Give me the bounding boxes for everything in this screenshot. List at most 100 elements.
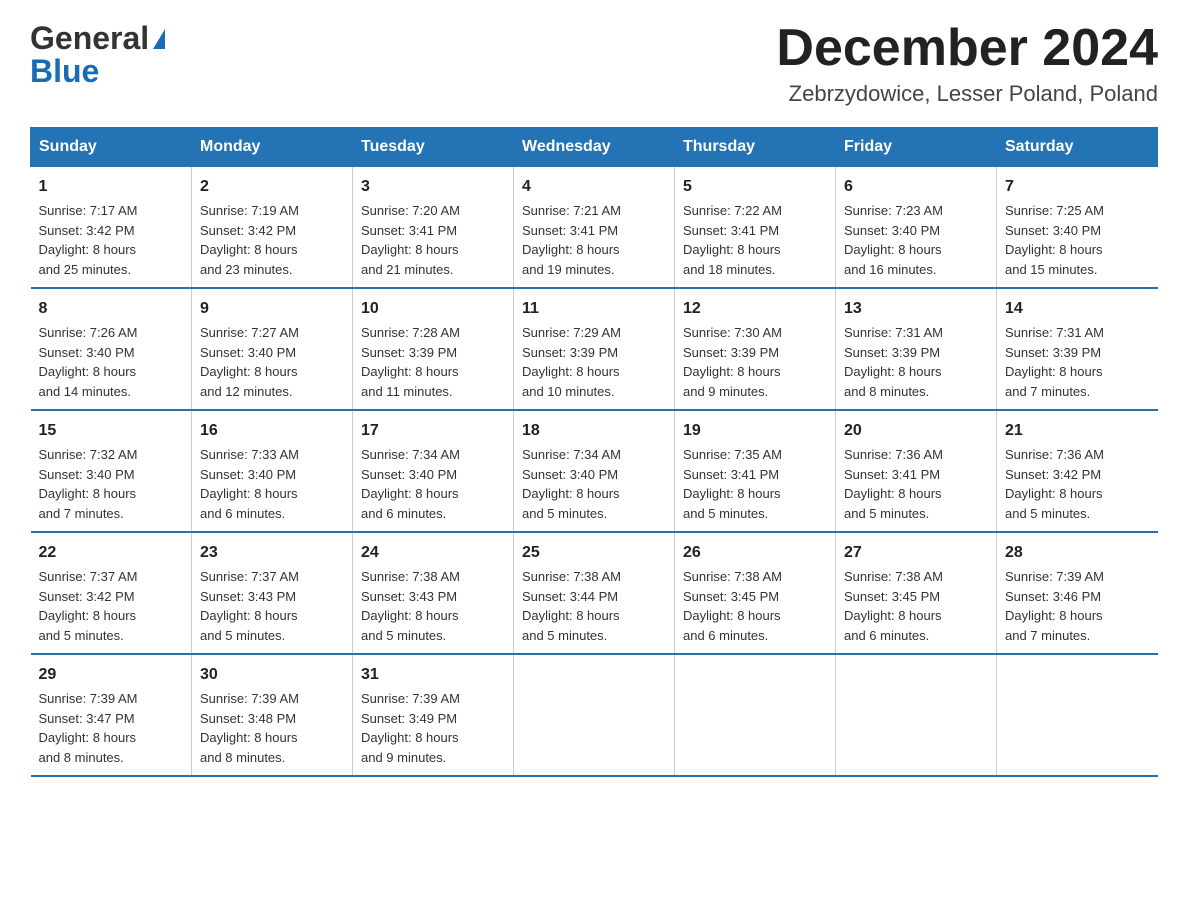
day-info: Sunrise: 7:39 AM Sunset: 3:49 PM Dayligh…: [361, 689, 505, 767]
weekday-header-sunday: Sunday: [31, 128, 192, 167]
day-number: 24: [361, 541, 505, 565]
title-area: December 2024 Zebrzydowice, Lesser Polan…: [776, 20, 1158, 107]
location-title: Zebrzydowice, Lesser Poland, Poland: [776, 81, 1158, 107]
day-number: 22: [39, 541, 184, 565]
day-info: Sunrise: 7:38 AM Sunset: 3:45 PM Dayligh…: [683, 567, 827, 645]
calendar-week-row: 22Sunrise: 7:37 AM Sunset: 3:42 PM Dayli…: [31, 532, 1158, 654]
day-number: 30: [200, 663, 344, 687]
calendar-week-row: 15Sunrise: 7:32 AM Sunset: 3:40 PM Dayli…: [31, 410, 1158, 532]
day-info: Sunrise: 7:25 AM Sunset: 3:40 PM Dayligh…: [1005, 201, 1150, 279]
day-info: Sunrise: 7:37 AM Sunset: 3:43 PM Dayligh…: [200, 567, 344, 645]
weekday-header-monday: Monday: [192, 128, 353, 167]
day-info: Sunrise: 7:31 AM Sunset: 3:39 PM Dayligh…: [844, 323, 988, 401]
day-number: 15: [39, 419, 184, 443]
calendar-cell: 17Sunrise: 7:34 AM Sunset: 3:40 PM Dayli…: [353, 410, 514, 532]
calendar-cell: 13Sunrise: 7:31 AM Sunset: 3:39 PM Dayli…: [836, 288, 997, 410]
day-number: 7: [1005, 175, 1150, 199]
day-number: 10: [361, 297, 505, 321]
day-number: 21: [1005, 419, 1150, 443]
day-info: Sunrise: 7:37 AM Sunset: 3:42 PM Dayligh…: [39, 567, 184, 645]
calendar-cell: 7Sunrise: 7:25 AM Sunset: 3:40 PM Daylig…: [997, 167, 1158, 289]
day-info: Sunrise: 7:17 AM Sunset: 3:42 PM Dayligh…: [39, 201, 184, 279]
day-info: Sunrise: 7:34 AM Sunset: 3:40 PM Dayligh…: [361, 445, 505, 523]
calendar-cell: 3Sunrise: 7:20 AM Sunset: 3:41 PM Daylig…: [353, 167, 514, 289]
day-number: 14: [1005, 297, 1150, 321]
calendar-cell: 1Sunrise: 7:17 AM Sunset: 3:42 PM Daylig…: [31, 167, 192, 289]
calendar-cell: 16Sunrise: 7:33 AM Sunset: 3:40 PM Dayli…: [192, 410, 353, 532]
day-number: 4: [522, 175, 666, 199]
day-info: Sunrise: 7:39 AM Sunset: 3:46 PM Dayligh…: [1005, 567, 1150, 645]
day-info: Sunrise: 7:36 AM Sunset: 3:42 PM Dayligh…: [1005, 445, 1150, 523]
day-number: 11: [522, 297, 666, 321]
day-number: 3: [361, 175, 505, 199]
day-number: 16: [200, 419, 344, 443]
calendar-cell: [514, 654, 675, 776]
calendar-cell: 10Sunrise: 7:28 AM Sunset: 3:39 PM Dayli…: [353, 288, 514, 410]
calendar-cell: 18Sunrise: 7:34 AM Sunset: 3:40 PM Dayli…: [514, 410, 675, 532]
day-info: Sunrise: 7:27 AM Sunset: 3:40 PM Dayligh…: [200, 323, 344, 401]
month-title: December 2024: [776, 20, 1158, 77]
day-info: Sunrise: 7:38 AM Sunset: 3:44 PM Dayligh…: [522, 567, 666, 645]
day-info: Sunrise: 7:35 AM Sunset: 3:41 PM Dayligh…: [683, 445, 827, 523]
calendar-cell: 15Sunrise: 7:32 AM Sunset: 3:40 PM Dayli…: [31, 410, 192, 532]
day-number: 23: [200, 541, 344, 565]
day-info: Sunrise: 7:28 AM Sunset: 3:39 PM Dayligh…: [361, 323, 505, 401]
day-info: Sunrise: 7:23 AM Sunset: 3:40 PM Dayligh…: [844, 201, 988, 279]
calendar-cell: 26Sunrise: 7:38 AM Sunset: 3:45 PM Dayli…: [675, 532, 836, 654]
day-number: 8: [39, 297, 184, 321]
calendar-cell: 6Sunrise: 7:23 AM Sunset: 3:40 PM Daylig…: [836, 167, 997, 289]
calendar-week-row: 1Sunrise: 7:17 AM Sunset: 3:42 PM Daylig…: [31, 167, 1158, 289]
calendar-cell: 4Sunrise: 7:21 AM Sunset: 3:41 PM Daylig…: [514, 167, 675, 289]
day-number: 2: [200, 175, 344, 199]
day-info: Sunrise: 7:22 AM Sunset: 3:41 PM Dayligh…: [683, 201, 827, 279]
day-number: 27: [844, 541, 988, 565]
day-number: 13: [844, 297, 988, 321]
day-info: Sunrise: 7:31 AM Sunset: 3:39 PM Dayligh…: [1005, 323, 1150, 401]
calendar-cell: 31Sunrise: 7:39 AM Sunset: 3:49 PM Dayli…: [353, 654, 514, 776]
weekday-header-wednesday: Wednesday: [514, 128, 675, 167]
calendar-cell: 21Sunrise: 7:36 AM Sunset: 3:42 PM Dayli…: [997, 410, 1158, 532]
calendar-cell: 27Sunrise: 7:38 AM Sunset: 3:45 PM Dayli…: [836, 532, 997, 654]
logo: General Blue: [30, 20, 165, 90]
calendar-cell: 14Sunrise: 7:31 AM Sunset: 3:39 PM Dayli…: [997, 288, 1158, 410]
day-number: 31: [361, 663, 505, 687]
day-info: Sunrise: 7:38 AM Sunset: 3:43 PM Dayligh…: [361, 567, 505, 645]
day-info: Sunrise: 7:20 AM Sunset: 3:41 PM Dayligh…: [361, 201, 505, 279]
day-info: Sunrise: 7:30 AM Sunset: 3:39 PM Dayligh…: [683, 323, 827, 401]
day-number: 19: [683, 419, 827, 443]
day-number: 12: [683, 297, 827, 321]
day-number: 17: [361, 419, 505, 443]
calendar-cell: 11Sunrise: 7:29 AM Sunset: 3:39 PM Dayli…: [514, 288, 675, 410]
day-info: Sunrise: 7:32 AM Sunset: 3:40 PM Dayligh…: [39, 445, 184, 523]
calendar-cell: 20Sunrise: 7:36 AM Sunset: 3:41 PM Dayli…: [836, 410, 997, 532]
day-number: 28: [1005, 541, 1150, 565]
weekday-header-tuesday: Tuesday: [353, 128, 514, 167]
day-number: 5: [683, 175, 827, 199]
calendar-cell: [675, 654, 836, 776]
day-info: Sunrise: 7:38 AM Sunset: 3:45 PM Dayligh…: [844, 567, 988, 645]
logo-line1: General: [30, 20, 165, 57]
logo-line2: Blue: [30, 53, 99, 90]
calendar-cell: 19Sunrise: 7:35 AM Sunset: 3:41 PM Dayli…: [675, 410, 836, 532]
day-number: 26: [683, 541, 827, 565]
page-header: General Blue December 2024 Zebrzydowice,…: [30, 20, 1158, 107]
day-info: Sunrise: 7:34 AM Sunset: 3:40 PM Dayligh…: [522, 445, 666, 523]
day-number: 29: [39, 663, 184, 687]
calendar-week-row: 29Sunrise: 7:39 AM Sunset: 3:47 PM Dayli…: [31, 654, 1158, 776]
day-number: 18: [522, 419, 666, 443]
calendar-cell: 22Sunrise: 7:37 AM Sunset: 3:42 PM Dayli…: [31, 532, 192, 654]
calendar-cell: [836, 654, 997, 776]
calendar-cell: 12Sunrise: 7:30 AM Sunset: 3:39 PM Dayli…: [675, 288, 836, 410]
calendar-cell: 25Sunrise: 7:38 AM Sunset: 3:44 PM Dayli…: [514, 532, 675, 654]
calendar-week-row: 8Sunrise: 7:26 AM Sunset: 3:40 PM Daylig…: [31, 288, 1158, 410]
day-number: 20: [844, 419, 988, 443]
calendar-cell: 23Sunrise: 7:37 AM Sunset: 3:43 PM Dayli…: [192, 532, 353, 654]
day-info: Sunrise: 7:36 AM Sunset: 3:41 PM Dayligh…: [844, 445, 988, 523]
weekday-header-row: SundayMondayTuesdayWednesdayThursdayFrid…: [31, 128, 1158, 167]
calendar-cell: 2Sunrise: 7:19 AM Sunset: 3:42 PM Daylig…: [192, 167, 353, 289]
day-info: Sunrise: 7:33 AM Sunset: 3:40 PM Dayligh…: [200, 445, 344, 523]
calendar-cell: 28Sunrise: 7:39 AM Sunset: 3:46 PM Dayli…: [997, 532, 1158, 654]
weekday-header-friday: Friday: [836, 128, 997, 167]
calendar-cell: 24Sunrise: 7:38 AM Sunset: 3:43 PM Dayli…: [353, 532, 514, 654]
day-number: 25: [522, 541, 666, 565]
